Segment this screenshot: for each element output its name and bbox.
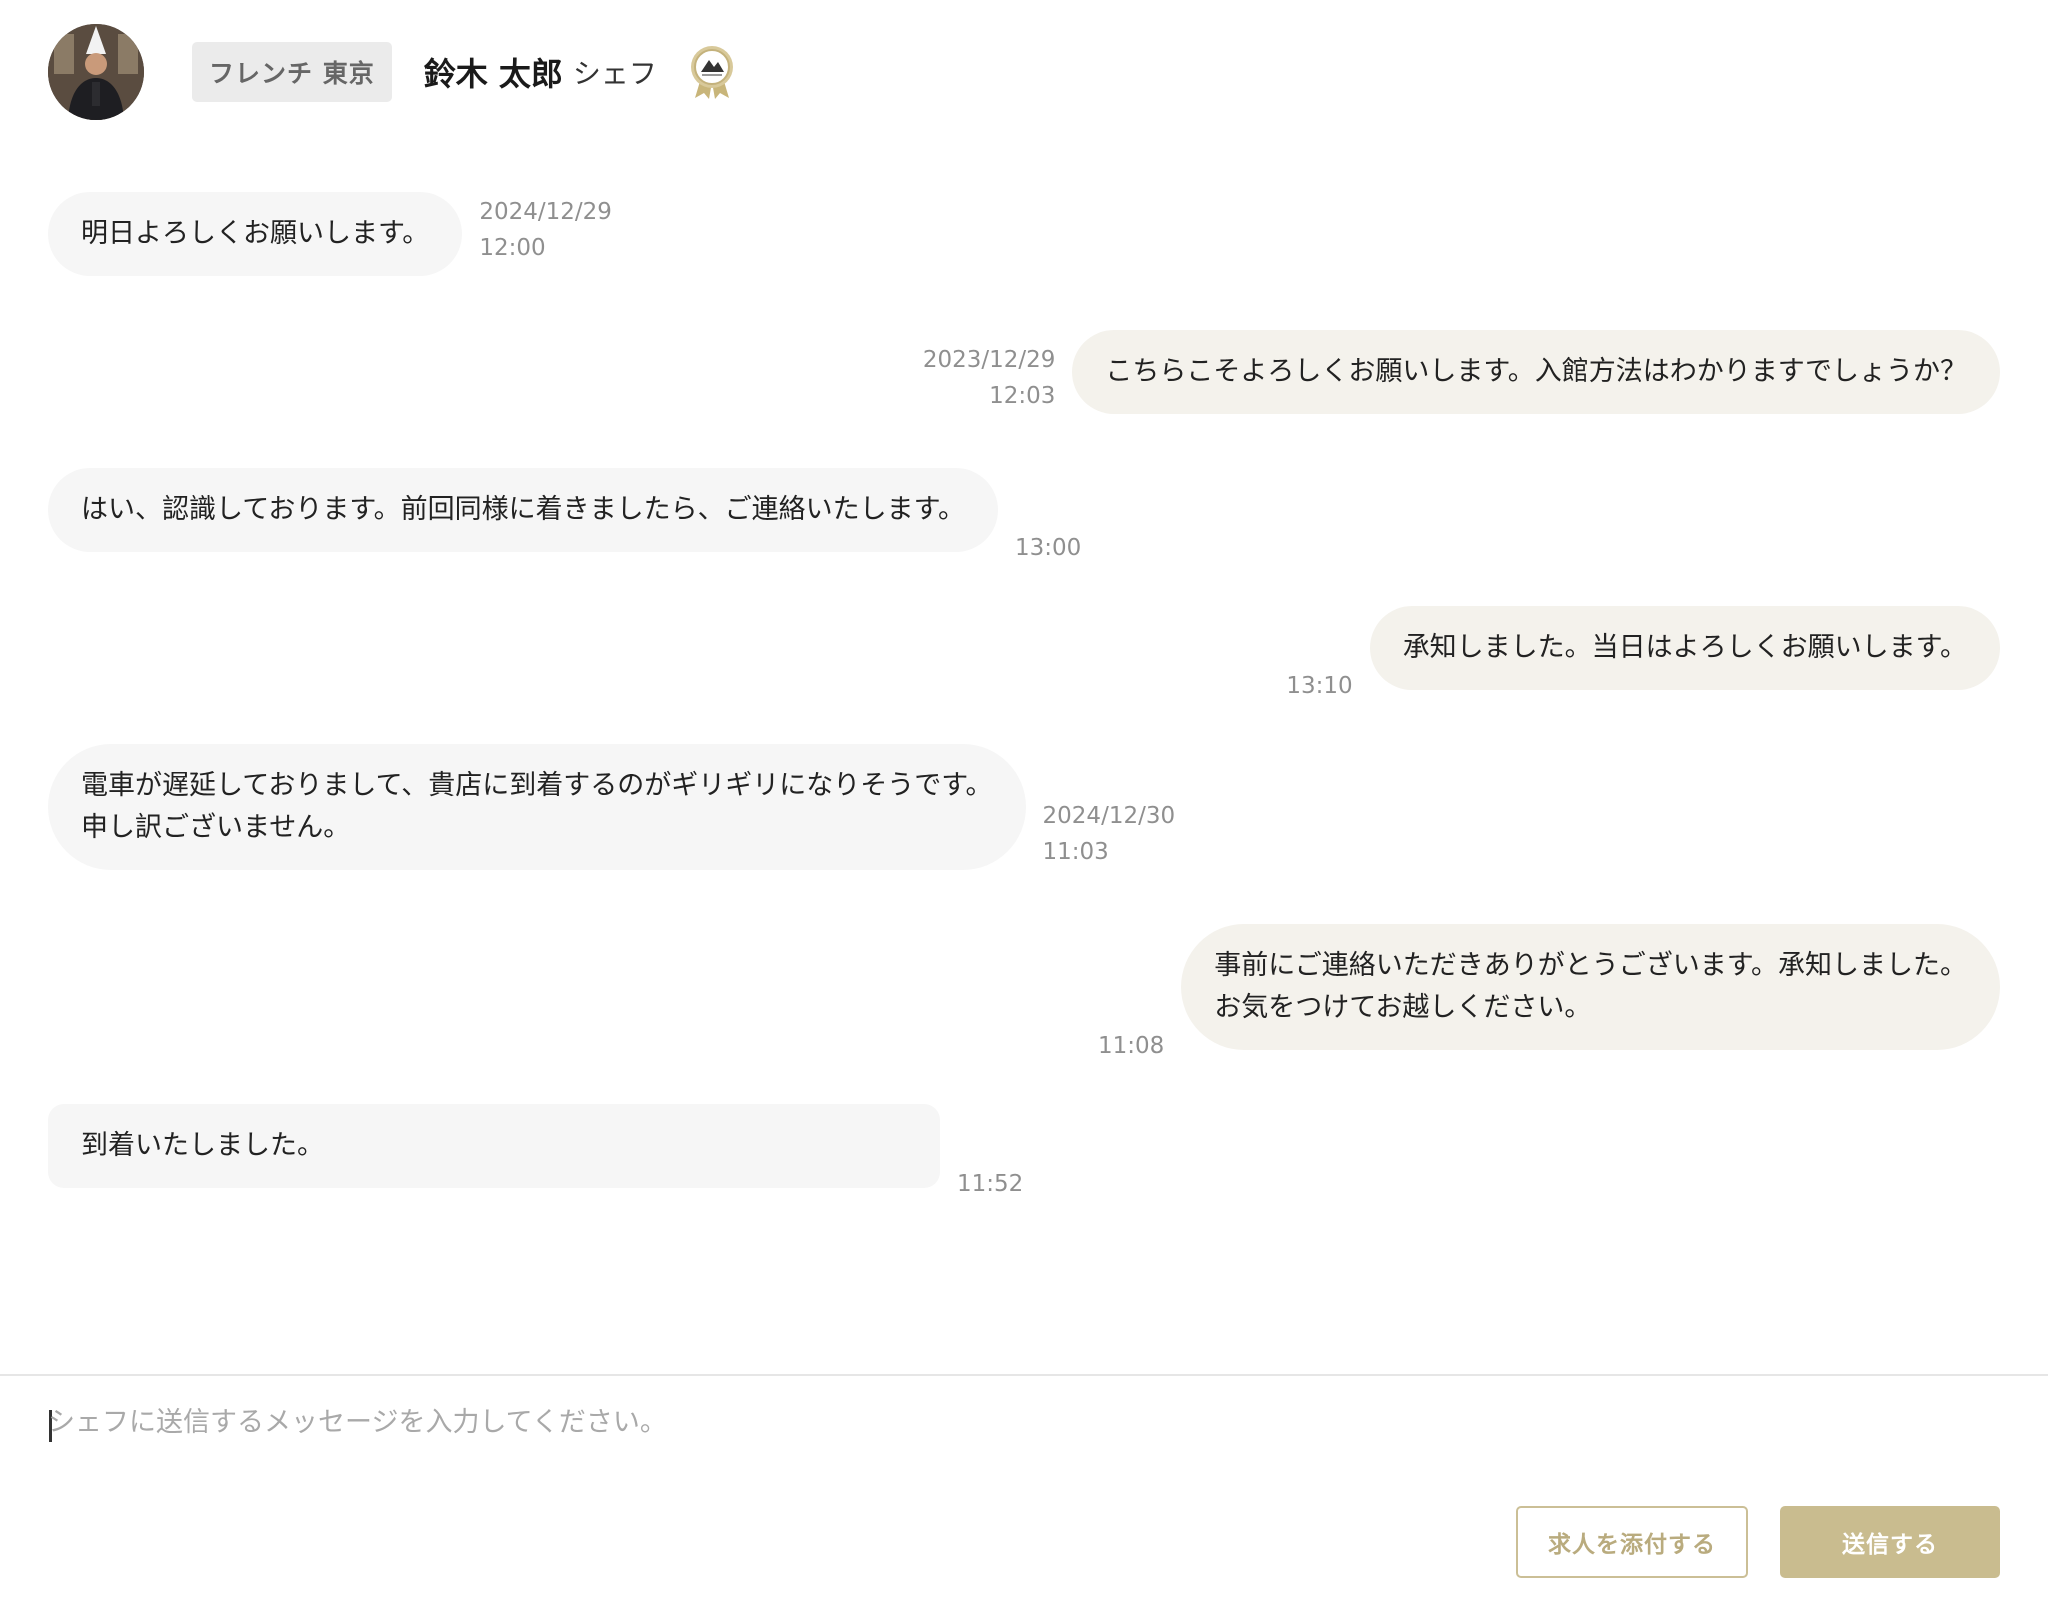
chat-header: フレンチ 東京 鈴木 太郎 シェフ [48,22,737,122]
message-text: 明日よろしくお願いします。 [81,218,430,249]
message-text-line: 申し訳ございません。 [81,812,351,843]
message-text: はい、認識しております。前回同様に着きましたら、ご連絡いたします。 [81,494,965,525]
message-date: 2023/12/29 [922,347,1056,373]
message-time: 11:03 [1042,839,1109,865]
message-incoming: 電車が遅延しておりまして、貴店に到着するのがギリギリになりそうです。 申し訳ござ… [48,744,1175,870]
message-timestamp: 2024/12/29 12:00 [479,194,612,266]
attach-job-button[interactable]: 求人を添付する [1516,1506,1748,1578]
message-time: 12:03 [989,383,1056,409]
chat-page: フレンチ 東京 鈴木 太郎 シェフ 明日よろしくお願いします。 2024/12/… [0,0,2048,1611]
category-badge: フレンチ 東京 [192,42,392,102]
message-bubble: 承知しました。当日はよろしくお願いします。 [1369,606,2000,690]
message-time: 13:00 [1014,535,1082,561]
message-time: 13:10 [1286,673,1353,699]
chef-name: 鈴木 太郎 [423,55,563,93]
message-text: 承知しました。当日はよろしくお願いします。 [1402,632,1967,663]
composer-divider [0,1374,2048,1376]
message-date: 2024/12/29 [479,199,612,225]
message-bubble: 事前にご連絡いただきありがとうございます。承知しました。 お気をつけてお越しくだ… [1181,924,2000,1050]
message-timestamp: 11:08 [1098,1028,1164,1064]
message-timestamp: 2023/12/29 12:03 [923,342,1056,414]
message-bubble: 電車が遅延しておりまして、貴店に到着するのがギリギリになりそうです。 申し訳ござ… [48,744,1026,870]
message-incoming: はい、認識しております。前回同様に着きましたら、ご連絡いたします。 13:00 [48,468,1081,561]
message-timestamp: 13:00 [1015,530,1081,566]
medal-icon [690,46,733,99]
message-incoming: 到着いたしました。 11:52 [48,1104,1023,1197]
message-timestamp: 11:52 [957,1166,1023,1202]
message-time: 11:52 [957,1171,1024,1197]
chef-avatar-icon [48,24,144,120]
message-text-line: お気をつけてお越しください。 [1214,992,1592,1023]
message-timestamp: 13:10 [1286,668,1352,704]
message-text: 到着いたしました。 [81,1130,324,1161]
message-text: こちらこそよろしくお願いします。入館方法はわかりますでしょうか？ [1105,356,1967,387]
message-timestamp: 2024/12/30 11:03 [1043,798,1176,870]
message-bubble: はい、認識しております。前回同様に着きましたら、ご連絡いたします。 [48,468,998,552]
message-input[interactable] [48,1400,1998,1520]
chef-title: シェフ [572,57,657,90]
avatar[interactable] [48,24,144,120]
message-bubble: 明日よろしくお願いします。 [48,192,463,276]
send-button[interactable]: 送信する [1780,1506,2000,1578]
message-outgoing: 2023/12/29 12:03 こちらこそよろしくお願いします。入館方法はわか… [923,330,2000,414]
message-time: 11:08 [1097,1033,1165,1059]
message-bubble: 到着いたしました。 [48,1104,940,1188]
message-text-line: 事前にご連絡いただきありがとうございます。承知しました。 [1214,950,1967,981]
message-text-line: 電車が遅延しておりまして、貴店に到着するのがギリギリになりそうです。 [81,770,993,801]
message-outgoing: 11:08 事前にご連絡いただきありがとうございます。承知しました。 お気をつけ… [1098,924,2000,1059]
message-time: 12:00 [479,235,546,261]
message-date: 2024/12/30 [1042,803,1176,829]
message-outgoing: 13:10 承知しました。当日はよろしくお願いします。 [1286,606,2000,699]
message-incoming: 明日よろしくお願いします。 2024/12/29 12:00 [48,192,612,276]
message-bubble: こちらこそよろしくお願いします。入館方法はわかりますでしょうか？ [1072,330,2000,414]
